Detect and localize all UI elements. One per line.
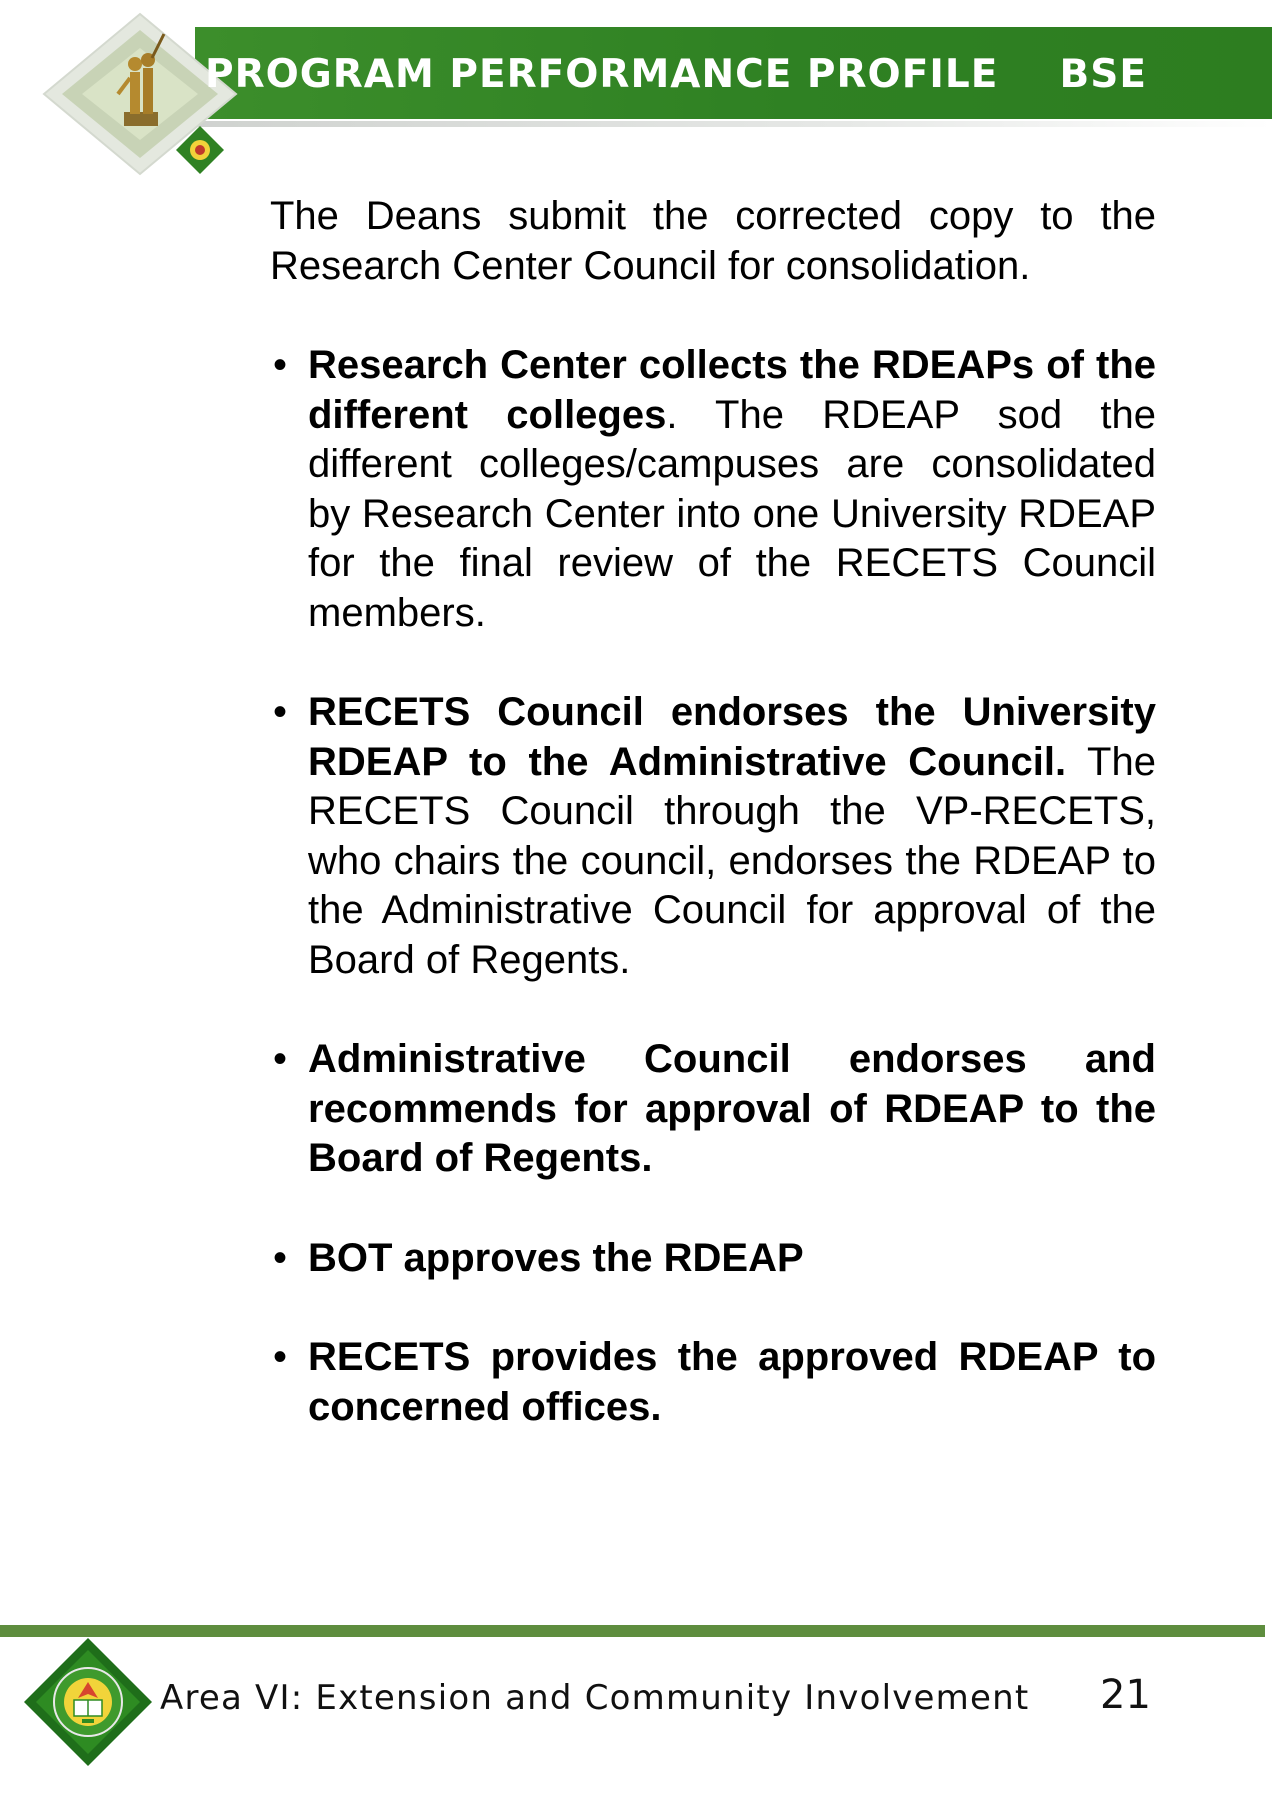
step-heading: RECETS provides the approved RDEAP to co… (308, 1335, 1156, 1429)
page-header-title: PROGRAM PERFORMANCE PROFILE (205, 52, 999, 97)
list-item: • Research Center collects the RDEAPs of… (270, 341, 1156, 638)
footer-rule (0, 1625, 1265, 1637)
process-steps-list: • Research Center collects the RDEAPs of… (270, 341, 1156, 1432)
list-item: • RECETS Council endorses the University… (270, 688, 1156, 985)
bullet-dot-icon: • (272, 1335, 287, 1379)
header-underline (195, 121, 1272, 127)
list-item: • BOT approves the RDEAP (270, 1234, 1156, 1284)
footer-area-label: Area VI: Extension and Community Involve… (160, 1678, 1030, 1718)
bullet-dot-icon: • (272, 343, 287, 387)
program-code: BSE (1059, 52, 1147, 97)
page-number: 21 (1100, 1672, 1151, 1718)
step-heading: RECETS Council endorses the University R… (308, 690, 1156, 784)
bullet-dot-icon: • (272, 690, 287, 734)
step-heading: BOT approves the RDEAP (308, 1235, 804, 1280)
bullet-dot-icon: • (272, 1235, 287, 1280)
step-heading: Administrative Council endorses and reco… (308, 1037, 1156, 1180)
list-item: • Administrative Council endorses and re… (270, 1035, 1156, 1184)
main-content: The Deans submit the corrected copy to t… (270, 192, 1156, 1482)
list-item: • RECETS provides the approved RDEAP to … (270, 1333, 1156, 1432)
intro-paragraph: The Deans submit the corrected copy to t… (270, 194, 1156, 288)
university-seal-icon (24, 1638, 152, 1766)
bullet-dot-icon: • (272, 1037, 287, 1081)
